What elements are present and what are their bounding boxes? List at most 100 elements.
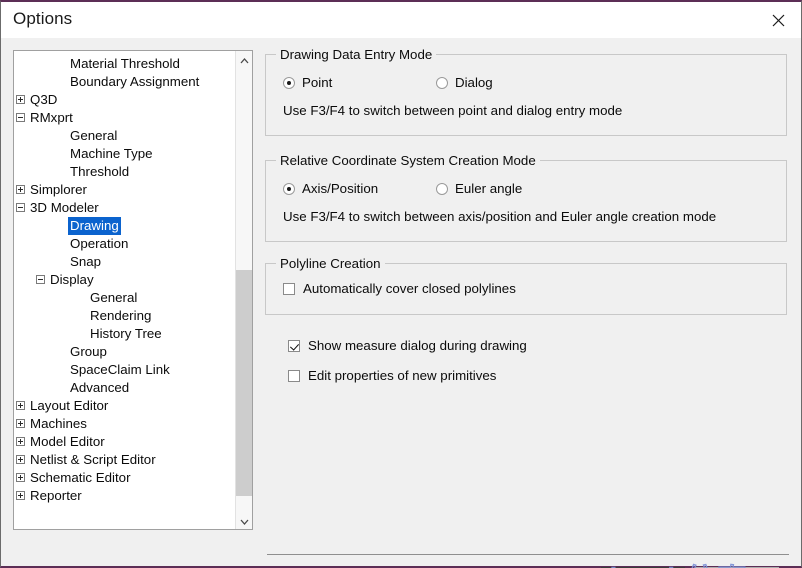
radio-point[interactable]: Point [283,75,332,90]
tree-item-label: Advanced [70,380,130,395]
group-title-data-entry: Drawing Data Entry Mode [276,47,437,62]
expand-icon[interactable] [16,437,25,446]
tree-item-label: Rendering [90,308,152,323]
radio-axis-position[interactable]: Axis/Position [283,181,378,196]
tree-item-snap[interactable]: Snap [14,253,232,271]
scroll-down-button[interactable] [236,512,252,529]
tree-item-model-editor[interactable]: Model Editor [14,433,232,451]
group-drawing-data-entry-mode: Drawing Data Entry Mode Point Dialog Use… [265,47,787,136]
tree-item-general[interactable]: General [14,127,232,145]
tree-item-label: Netlist & Script Editor [30,452,156,467]
radio-euler-angle[interactable]: Euler angle [436,181,522,196]
radio-dialog-indicator [436,77,448,89]
tree-item-rendering[interactable]: Rendering [14,307,232,325]
options-tree: Material Threshold Boundary Assignment Q3D… [14,55,232,505]
tree-item-drawing[interactable]: Drawing [14,217,232,235]
tree-item-reporter[interactable]: Reporter [14,487,232,505]
tree-item-label: RMxprt [30,110,73,125]
checkbox-auto-cover-indicator [283,283,295,295]
tree-item-label: Machines [30,416,87,431]
tree-item-q3d[interactable]: Q3D [14,91,232,109]
tree-item-label: General [70,128,118,143]
tree-item-group[interactable]: Group [14,343,232,361]
tree-item-threshold[interactable]: Threshold [14,163,232,181]
tree-item-netlist-script-editor[interactable]: Netlist & Script Editor [14,451,232,469]
settings-panel: Drawing Data Entry Mode Point Dialog Use… [265,38,793,566]
footer-separator [267,554,789,555]
tree-item-boundary-assignment[interactable]: Boundary Assignment [14,73,232,91]
scrollbar-thumb[interactable] [236,270,252,496]
options-tree-panel[interactable]: Material Threshold Boundary Assignment Q3D… [13,50,253,530]
tree-item-label: Snap [70,254,102,269]
tree-item-label: Reporter [30,488,82,503]
title-bar: Options [1,2,801,38]
tree-item-label: History Tree [90,326,162,341]
tree-item-label: Model Editor [30,434,105,449]
group-polyline-creation: Polyline Creation Automatically cover cl… [265,256,787,315]
checkbox-edit-properties-label: Edit properties of new primitives [308,368,497,383]
close-button[interactable] [755,2,801,38]
expand-icon[interactable] [16,185,25,194]
tree-item-rmxprt[interactable]: RMxprt [14,109,232,127]
expand-icon[interactable] [16,95,25,104]
tree-item-label: Operation [70,236,129,251]
tree-item-operation[interactable]: Operation [14,235,232,253]
tree-item-simplorer[interactable]: Simplorer [14,181,232,199]
tree-item-machine-type[interactable]: Machine Type [14,145,232,163]
radio-axis-position-label: Axis/Position [302,181,379,196]
radio-point-indicator [283,77,295,89]
dialog-body: Material Threshold Boundary Assignment Q3D… [1,38,801,568]
group-relative-coordinate-system: Relative Coordinate System Creation Mode… [265,153,787,242]
radio-axis-position-indicator [283,183,295,195]
tree-item-label: General [90,290,138,305]
radio-euler-angle-indicator [436,183,448,195]
checkbox-show-measure-dialog-indicator [288,340,300,352]
tree-item-label: Layout Editor [30,398,109,413]
tree-item-advanced[interactable]: Advanced [14,379,232,397]
tree-item-display[interactable]: Display [14,271,232,289]
tree-item-label: Simplorer [30,182,87,197]
tree-item-label: SpaceClaim Link [70,362,170,377]
tree-item-label: Drawing [68,217,121,235]
tree-item-general[interactable]: General [14,289,232,307]
expand-icon[interactable] [16,419,25,428]
tree-item-spaceclaim-link[interactable]: SpaceClaim Link [14,361,232,379]
checkbox-auto-cover-label: Automatically cover closed polylines [303,281,516,296]
checkbox-auto-cover-polylines[interactable]: Automatically cover closed polylines [283,281,516,296]
group-title-polyline: Polyline Creation [276,256,385,271]
checkbox-show-measure-dialog-label: Show measure dialog during drawing [308,338,527,353]
tree-item-label: Schematic Editor [30,470,131,485]
expand-icon[interactable] [16,455,25,464]
tree-item-schematic-editor[interactable]: Schematic Editor [14,469,232,487]
close-icon [772,14,785,27]
tree-scrollbar[interactable] [235,51,252,529]
radio-dialog[interactable]: Dialog [436,75,493,90]
radio-euler-angle-label: Euler angle [455,181,523,196]
collapse-icon[interactable] [36,275,45,284]
expand-icon[interactable] [16,473,25,482]
tree-item-label: Group [70,344,107,359]
tree-item-history-tree[interactable]: History Tree [14,325,232,343]
radio-dialog-label: Dialog [455,75,493,90]
tree-item-label: 3D Modeler [30,200,99,215]
checkbox-edit-properties-new-primitives[interactable]: Edit properties of new primitives [288,368,496,383]
tree-item-label: Display [50,272,94,287]
scroll-up-button[interactable] [236,51,252,69]
tree-item-label: Material Threshold [70,56,180,71]
tree-item-layout-editor[interactable]: Layout Editor [14,397,232,415]
chevron-up-icon [240,51,249,69]
tree-item-3d-modeler[interactable]: 3D Modeler [14,199,232,217]
tree-item-label: Machine Type [70,146,153,161]
checkbox-show-measure-dialog[interactable]: Show measure dialog during drawing [288,338,527,353]
expand-icon[interactable] [16,401,25,410]
expand-icon[interactable] [16,491,25,500]
tree-item-machines[interactable]: Machines [14,415,232,433]
collapse-icon[interactable] [16,113,25,122]
tree-item-label: Threshold [70,164,130,179]
tree-item-material-threshold[interactable]: Material Threshold [14,55,232,73]
hint-rcs: Use F3/F4 to switch between axis/positio… [283,209,717,224]
collapse-icon[interactable] [16,203,25,212]
options-dialog-window: Options Material Threshold Boundary Assig… [0,0,802,568]
window-title: Options [13,9,73,28]
checkbox-edit-properties-indicator [288,370,300,382]
